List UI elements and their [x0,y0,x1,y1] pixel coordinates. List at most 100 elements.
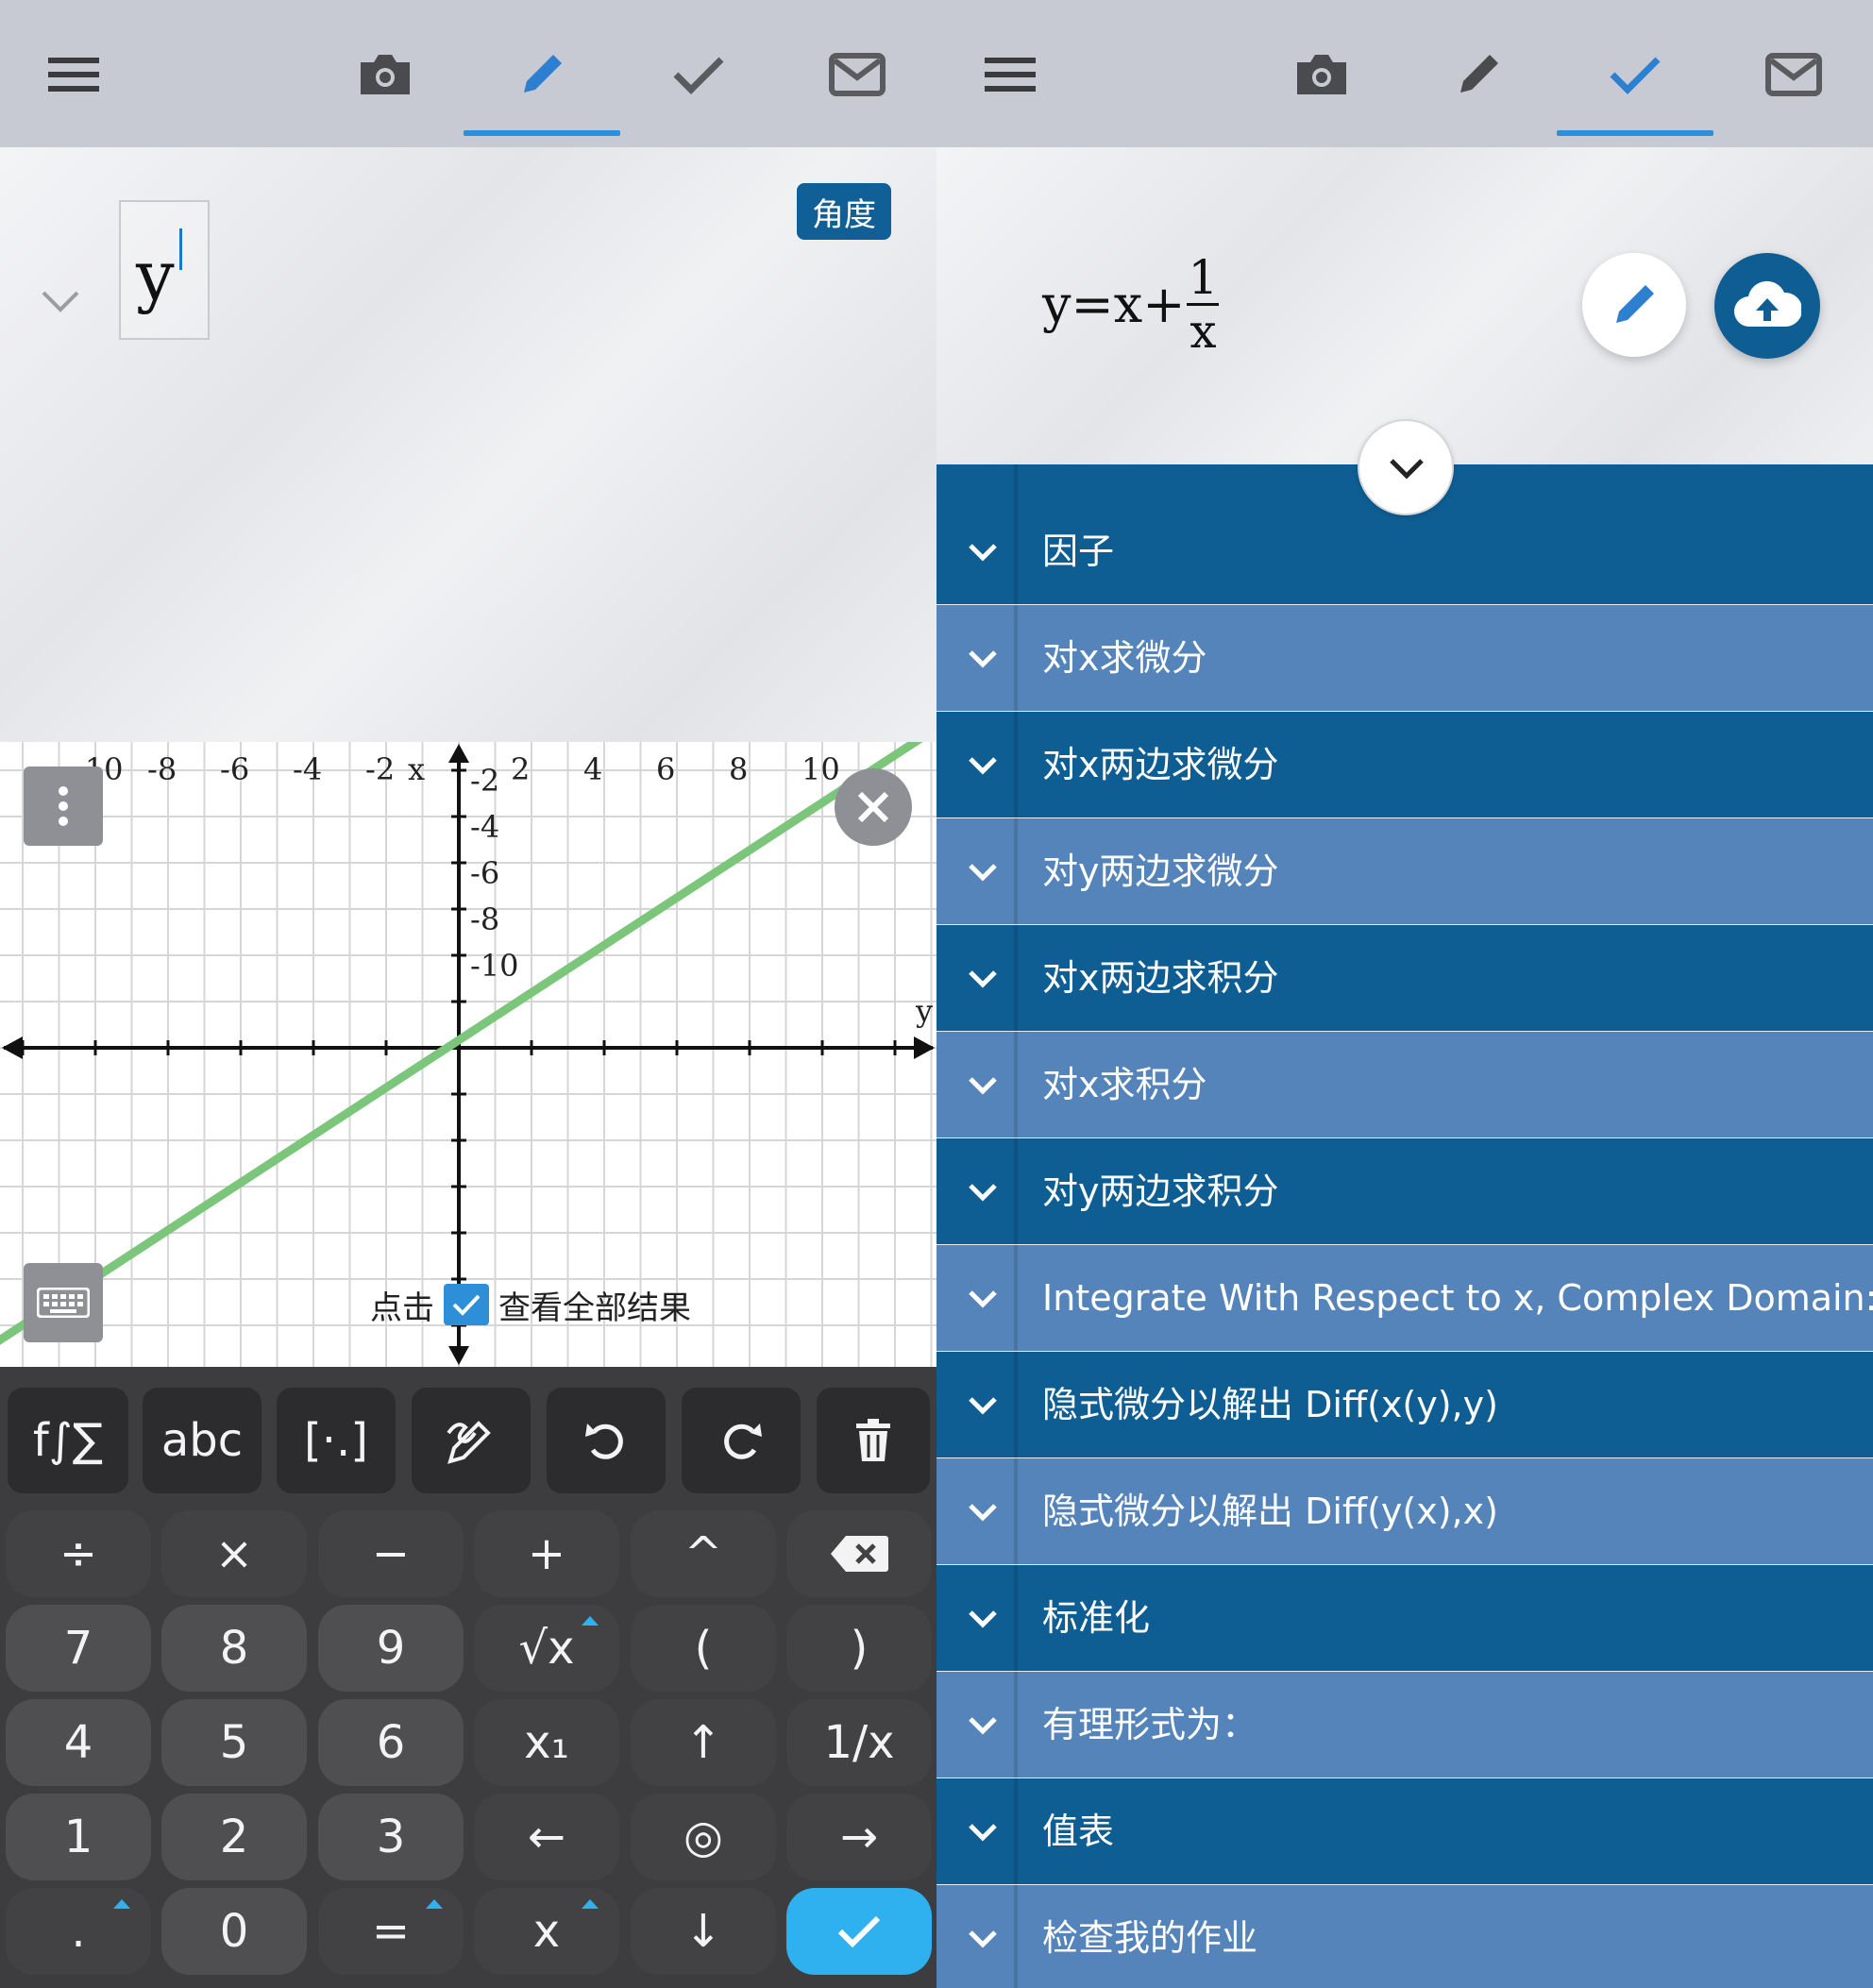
variable-x-key[interactable]: x [474,1888,619,1975]
result-row[interactable]: 值表 [936,1778,1873,1884]
collapse-toggle-button[interactable] [1358,419,1454,515]
digit-8-key[interactable]: 8 [161,1605,307,1692]
x-tick-label: 4 [583,751,603,787]
digit-2-key[interactable]: 2 [161,1794,307,1880]
x-tick-label: -8 [147,751,177,787]
submit-key[interactable] [786,1888,932,1975]
equals-key[interactable]: = [318,1888,464,1975]
result-row-label: 隐式微分以解出 Diff(y(x),x) [1042,1491,1498,1532]
chevron-down-icon [969,1824,997,1842]
cursor-right-key[interactable]: → [786,1794,932,1880]
digit-3-key[interactable]: 3 [318,1794,464,1880]
chevron-down-icon [969,1077,997,1095]
result-row[interactable]: 标准化 [936,1565,1873,1671]
keyboard-icon [37,1288,90,1318]
multiply-key[interactable]: × [161,1510,307,1597]
close-paren-key[interactable]: ) [786,1605,932,1692]
chevron-down-icon [969,1184,997,1202]
fraction-denominator: x [1190,303,1217,359]
undo-key[interactable] [547,1388,666,1493]
open-paren-key[interactable]: ( [631,1605,776,1692]
more-options-indicator [582,1616,599,1626]
upload-button[interactable] [1714,253,1820,359]
check-icon[interactable] [1599,42,1671,108]
cursor-left-key[interactable]: ← [474,1794,619,1880]
camera-icon[interactable] [1286,42,1358,108]
results-pane: y=x+ 1 x 因子 对x求微分 对x两边求微分 对y两边求微分 对x两边求积分 对x求… [936,0,1873,1988]
cursor-down-key[interactable]: ↓ [631,1888,776,1975]
angle-mode-button[interactable]: 角度 [797,183,891,240]
active-tab-indicator [1557,130,1713,136]
power-key[interactable]: ^ [631,1510,776,1597]
close-icon [857,791,889,823]
plus-key[interactable]: + [474,1510,619,1597]
more-options-indicator [582,1899,599,1909]
digit-9-key[interactable]: 9 [318,1605,464,1692]
edit-formula-button[interactable] [1582,253,1686,357]
digit-0-key[interactable]: 0 [161,1888,307,1975]
digit-6-key[interactable]: 6 [318,1699,464,1786]
trash-icon [856,1419,890,1461]
result-row[interactable]: 隐式微分以解出 Diff(y(x),x) [936,1458,1873,1564]
subscript-key[interactable]: x₁ [474,1699,619,1786]
check-icon [837,1915,881,1947]
check-icon[interactable] [663,42,734,108]
equals-key-label: = [371,1905,411,1958]
chevron-down-icon [969,970,997,988]
result-row[interactable]: 对y两边求积分 [936,1138,1873,1244]
digit-4-key[interactable]: 4 [6,1699,151,1786]
hint-prefix: 点击 [370,1289,434,1327]
handwrite-key[interactable] [412,1388,531,1493]
result-row[interactable]: Integrate With Respect to x, Complex Dom… [936,1245,1873,1351]
result-row[interactable]: 对x两边求积分 [936,925,1873,1031]
math-input-field[interactable]: y [119,200,210,340]
math-keyboard: f∫∑ abc [·.] ÷ × − + ^ 7 8 9 √x ( ) 4 5 … [0,1367,936,1988]
camera-icon[interactable] [349,42,421,108]
result-row[interactable]: 对x求积分 [936,1032,1873,1137]
close-graph-button[interactable] [835,768,912,846]
reciprocal-key[interactable]: 1/x [786,1699,932,1786]
x-axis-arrow-left [2,1036,23,1059]
result-row[interactable]: 对x求微分 [936,605,1873,711]
cloud-upload-icon [1734,280,1801,328]
result-row[interactable]: 隐式微分以解出 Diff(x(y),y) [936,1352,1873,1457]
divide-key[interactable]: ÷ [6,1510,151,1597]
chevron-down-icon [969,650,997,668]
digit-5-key[interactable]: 5 [161,1699,307,1786]
variable-x-key-label: x [532,1905,561,1958]
result-row[interactable]: 对y两边求微分 [936,818,1873,924]
chevron-down-icon[interactable] [38,283,83,321]
graph-panel[interactable]: -10-8-6-4-2246810-2-4-6-8-10 x y 点击 查看全部… [0,742,936,1367]
result-row[interactable]: 有理形式为： [936,1672,1873,1777]
result-row[interactable]: 检查我的作业 [936,1885,1873,1988]
graph-options-button[interactable] [24,767,103,846]
menu-icon[interactable] [38,42,110,108]
more-vertical-icon [59,786,68,826]
chevron-down-icon [969,1290,997,1308]
digit-1-key[interactable]: 1 [6,1794,151,1880]
show-keyboard-button[interactable] [24,1263,103,1342]
decimal-key[interactable]: . [6,1888,151,1975]
digit-7-key[interactable]: 7 [6,1605,151,1692]
view-all-results-hint[interactable]: 点击 查看全部结果 [370,1282,691,1327]
mail-icon[interactable] [1758,42,1830,108]
result-row-label: 对x两边求微分 [1042,744,1279,785]
x-tick-label: 6 [656,751,676,787]
mail-icon[interactable] [821,42,893,108]
minus-key[interactable]: − [318,1510,464,1597]
clear-key[interactable] [817,1388,930,1493]
backspace-key[interactable] [786,1510,932,1597]
pencil-icon[interactable] [1443,42,1514,108]
functions-tab-key[interactable]: f∫∑ [8,1388,128,1493]
pencil-icon[interactable] [506,42,578,108]
letters-tab-key[interactable]: abc [143,1388,262,1493]
cursor-up-key[interactable]: ↑ [631,1699,776,1786]
menu-icon[interactable] [974,42,1046,108]
sqrt-key[interactable]: √x [474,1605,619,1692]
redo-key[interactable] [682,1388,801,1493]
cursor-center-key[interactable]: ◎ [631,1794,776,1880]
matrix-tab-key[interactable]: [·.] [277,1388,396,1493]
result-row[interactable]: 对x两边求微分 [936,712,1873,817]
undo-icon [585,1424,623,1459]
chevron-down-icon [969,1397,997,1415]
